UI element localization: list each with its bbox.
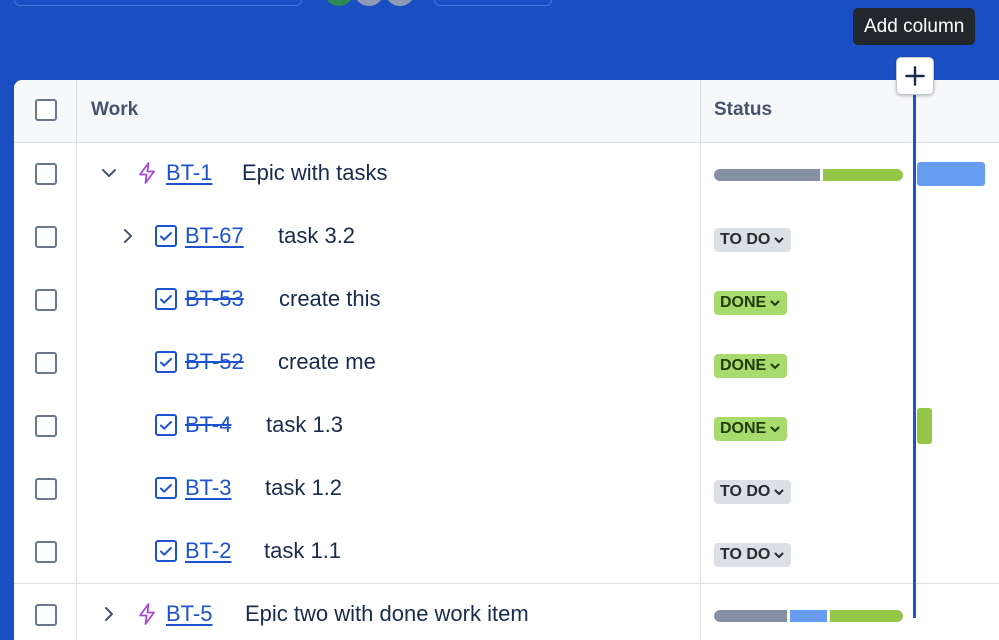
- chevron-down-icon: [770, 426, 780, 432]
- work-item-key-link[interactable]: BT-2: [185, 538, 231, 564]
- search-input[interactable]: [14, 0, 302, 6]
- status-dropdown[interactable]: DONE: [714, 417, 788, 441]
- avatar[interactable]: [322, 0, 356, 8]
- timeline-bar[interactable]: [917, 162, 985, 186]
- status-label: DONE: [720, 357, 767, 374]
- work-item-summary[interactable]: Epic two with done work item: [245, 601, 529, 627]
- chevron-down-icon: [770, 363, 780, 369]
- status-dropdown[interactable]: TO DO: [714, 480, 792, 504]
- status-dropdown[interactable]: TO DO: [714, 228, 792, 252]
- work-item-summary[interactable]: task 1.2: [265, 475, 342, 501]
- row-checkbox[interactable]: [35, 541, 57, 563]
- timeline-bar[interactable]: [917, 408, 932, 444]
- plus-icon: [905, 66, 925, 86]
- work-item-key-link[interactable]: BT-5: [166, 601, 212, 627]
- add-column-tooltip: Add column: [853, 8, 976, 45]
- work-items-table: Work Status BT-1 Epic with tasks BT-67 t…: [14, 80, 999, 640]
- checkbox-task-icon: [154, 287, 178, 311]
- table-row[interactable]: BT-4 task 1.3 DONE: [14, 395, 999, 458]
- work-item-key-link[interactable]: BT-1: [166, 160, 212, 186]
- status-label: DONE: [720, 420, 767, 437]
- status-dropdown[interactable]: TO DO: [714, 543, 792, 567]
- status-dropdown[interactable]: DONE: [714, 291, 788, 315]
- status-progress-bar: [714, 169, 903, 181]
- row-checkbox[interactable]: [35, 604, 57, 626]
- table-row[interactable]: BT-53 create this DONE: [14, 269, 999, 332]
- checkbox-task-icon: [154, 350, 178, 374]
- lightning-bolt-icon: [135, 161, 159, 185]
- table-row[interactable]: BT-52 create me DONE: [14, 332, 999, 395]
- row-checkbox[interactable]: [35, 289, 57, 311]
- work-item-key-link[interactable]: BT-3: [185, 475, 231, 501]
- chevron-down-icon: [774, 489, 784, 495]
- work-item-key-link[interactable]: BT-52: [185, 349, 244, 375]
- row-checkbox[interactable]: [35, 415, 57, 437]
- chevron-right-icon[interactable]: [116, 224, 140, 248]
- status-label: TO DO: [720, 231, 771, 248]
- work-item-summary[interactable]: task 1.1: [264, 538, 341, 564]
- work-item-summary[interactable]: Epic with tasks: [242, 160, 388, 186]
- work-item-key-link[interactable]: BT-4: [185, 412, 231, 438]
- top-toolbar: [0, 0, 999, 80]
- work-item-key-link[interactable]: BT-67: [185, 223, 244, 249]
- select-all-checkbox[interactable]: [35, 99, 57, 121]
- status-label: TO DO: [720, 483, 771, 500]
- checkbox-task-icon: [154, 476, 178, 500]
- checkbox-task-icon: [154, 413, 178, 437]
- checkbox-task-icon: [154, 539, 178, 563]
- status-label: TO DO: [720, 546, 771, 563]
- table-row[interactable]: BT-67 task 3.2 TO DO: [14, 206, 999, 269]
- row-checkbox[interactable]: [35, 163, 57, 185]
- add-column-button[interactable]: [896, 57, 934, 95]
- work-column-header[interactable]: Work: [91, 99, 138, 121]
- add-column-indicator: [913, 78, 916, 618]
- avatar[interactable]: [383, 0, 417, 8]
- row-checkbox[interactable]: [35, 478, 57, 500]
- avatar[interactable]: [352, 0, 386, 8]
- progress-done-segment: [823, 169, 903, 181]
- chevron-down-icon: [770, 300, 780, 306]
- chevron-down-icon[interactable]: [97, 161, 121, 185]
- status-label: DONE: [720, 294, 767, 311]
- checkbox-task-icon: [154, 224, 178, 248]
- row-checkbox[interactable]: [35, 352, 57, 374]
- table-header: Work Status: [14, 80, 999, 143]
- lightning-bolt-icon: [135, 602, 159, 626]
- progress-todo-segment: [714, 169, 820, 181]
- status-dropdown[interactable]: DONE: [714, 354, 788, 378]
- table-row[interactable]: BT-1 Epic with tasks: [14, 143, 999, 206]
- chevron-down-icon: [774, 237, 784, 243]
- chevron-right-icon[interactable]: [97, 602, 121, 626]
- row-checkbox[interactable]: [35, 226, 57, 248]
- work-item-summary[interactable]: create me: [278, 349, 376, 375]
- table-row[interactable]: BT-2 task 1.1 TO DO: [14, 521, 999, 584]
- work-item-summary[interactable]: create this: [279, 286, 381, 312]
- status-column-header[interactable]: Status: [714, 99, 772, 121]
- work-item-key-link[interactable]: BT-53: [185, 286, 244, 312]
- work-item-summary[interactable]: task 1.3: [266, 412, 343, 438]
- table-row[interactable]: BT-5 Epic two with done work item: [14, 584, 999, 640]
- table-row[interactable]: BT-3 task 1.2 TO DO: [14, 458, 999, 521]
- chevron-down-icon: [774, 552, 784, 558]
- work-item-summary[interactable]: task 3.2: [278, 223, 355, 249]
- filter-button[interactable]: [434, 0, 552, 6]
